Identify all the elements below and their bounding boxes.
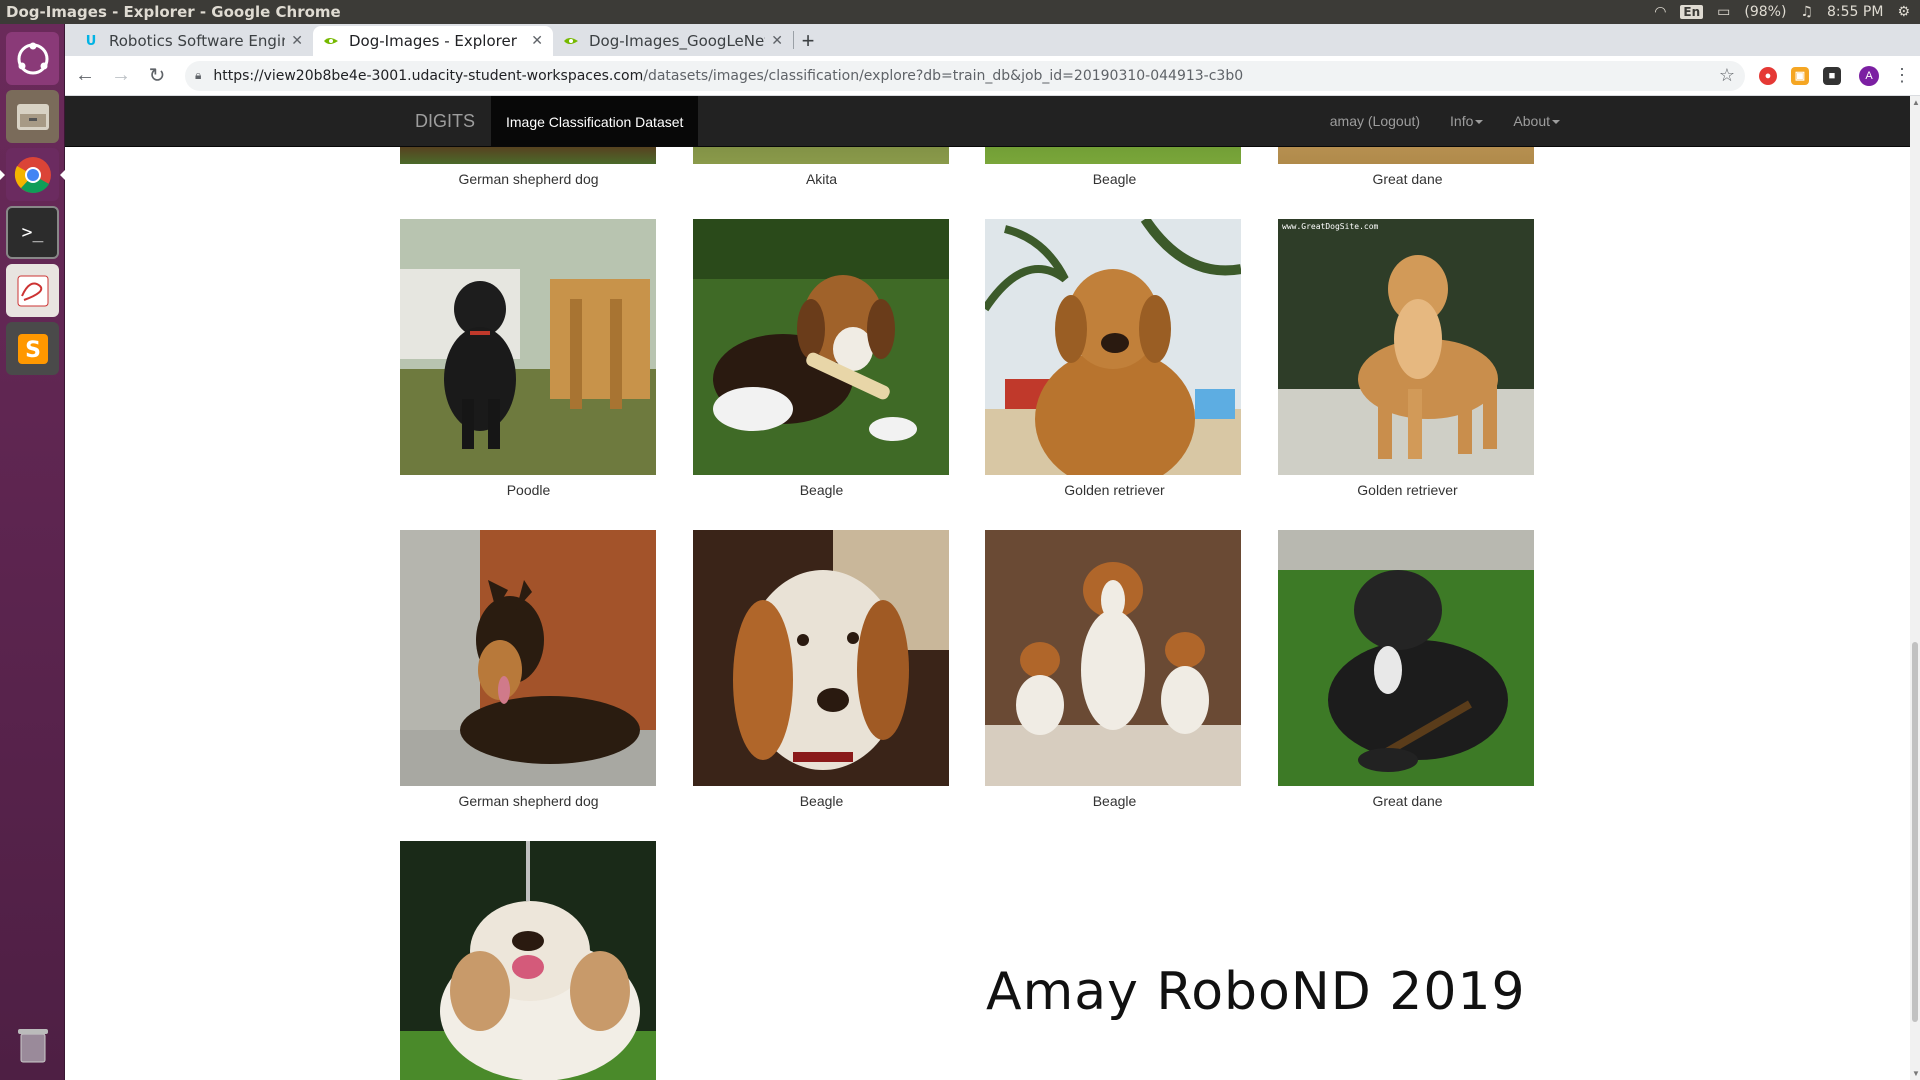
ubuntu-launcher: >_ S (0, 24, 65, 1080)
caret-down-icon (1552, 120, 1560, 125)
battery-icon[interactable]: ▭ (1717, 4, 1730, 20)
image-caption: German shepherd dog (458, 793, 599, 809)
german-shepherd-photo (400, 530, 656, 786)
logout-link[interactable]: amay (Logout) (1330, 113, 1420, 129)
url-path: /datasets/images/classification/explore?… (643, 67, 1244, 84)
golden-retriever-photo (981, 216, 1242, 489)
caret-down-icon (1475, 120, 1484, 125)
image-caption: Golden retriever (1357, 482, 1458, 498)
tab-dog-images-googlenet[interactable]: Dog-Images_GoogLeNet ✕ (553, 26, 793, 56)
svg-text:S: S (25, 338, 41, 363)
image-caption: Great dane (1372, 793, 1443, 809)
beagle-photo (693, 530, 949, 786)
golden-retriever-photo: www.GreatDogSite.com (1278, 219, 1534, 475)
forward-arrow-icon[interactable]: → (105, 60, 137, 92)
dog-image-german-shepherd[interactable] (400, 530, 656, 791)
image-caption: German shepherd dog (458, 171, 599, 187)
dog-image-beagle-puppies[interactable] (985, 530, 1241, 791)
clock[interactable]: 8:55 PM (1827, 4, 1883, 20)
beagle-photo (693, 219, 949, 475)
close-icon[interactable]: ✕ (291, 33, 303, 49)
browser-toolbar: ← → ↻ 🔒︎ https://view20b8be4e-3001.udaci… (65, 56, 1920, 96)
browser-tab-strip: U Robotics Software Engine ✕ Dog-Images … (65, 24, 1920, 56)
tab-label: Dog-Images_GoogLeNet (589, 32, 766, 50)
tab-label: Dog-Images - Explorer (349, 32, 517, 50)
scroll-up-arrow-icon[interactable]: ▲ (1912, 98, 1920, 107)
close-icon[interactable]: ✕ (531, 33, 543, 49)
watermark-text: www.GreatDogSite.com (1282, 222, 1379, 231)
extension-icon[interactable]: ■ (1823, 66, 1841, 85)
page-scrollbar[interactable]: ▲ ▼ (1910, 96, 1920, 1080)
about-label: About (1513, 113, 1550, 129)
reload-icon[interactable]: ↻ (141, 60, 173, 92)
nav-image-classification-dataset[interactable]: Image Classification Dataset (491, 96, 699, 147)
nvidia-icon (323, 33, 339, 49)
info-label: Info (1450, 113, 1474, 129)
sublime-text-icon[interactable]: S (6, 322, 59, 375)
os-top-panel: Dog-Images - Explorer - Google Chrome ◠ … (0, 0, 1920, 24)
digits-navbar: DIGITS Image Classification Dataset amay… (65, 96, 1910, 147)
signature-text: Amay RoboND 2019 (986, 962, 1526, 1022)
image-caption: Akita (805, 171, 838, 187)
tab-label: Robotics Software Engine (109, 32, 286, 50)
beagle-photo (985, 530, 1241, 786)
udacity-icon: U (85, 33, 97, 49)
navbar-right: amay (Logout) Info About (1330, 113, 1560, 129)
bulldog-photo (400, 841, 656, 1080)
close-icon[interactable]: ✕ (771, 33, 783, 49)
dog-image-poodle[interactable] (400, 219, 656, 480)
extension-icon[interactable]: ▣ (1791, 66, 1809, 85)
dog-image-golden-retriever-snow[interactable]: www.GreatDogSite.com (1278, 219, 1534, 480)
system-tray: ◠ En ▭ (98%) ♫ 8:55 PM ⚙ (1654, 4, 1920, 20)
dog-image-beagle-closeup[interactable] (693, 530, 949, 791)
menu-kebab-icon[interactable]: ⋮ (1893, 65, 1911, 86)
image-caption: Golden retriever (1064, 482, 1165, 498)
image-caption: Great dane (1372, 171, 1443, 187)
image-caption: Beagle (1092, 793, 1137, 809)
back-arrow-icon[interactable]: ← (69, 60, 101, 92)
image-caption: Beagle (799, 793, 844, 809)
nvidia-icon (563, 33, 579, 49)
address-bar[interactable]: 🔒︎ https://view20b8be4e-3001.udacity-stu… (185, 60, 1745, 91)
scroll-down-arrow-icon[interactable]: ▼ (1912, 1069, 1920, 1078)
tab-dog-images-explorer[interactable]: Dog-Images - Explorer ✕ (313, 26, 553, 56)
new-tab-button[interactable]: + (794, 26, 822, 56)
dog-image-golden-retriever-beach[interactable] (981, 216, 1242, 489)
volume-icon[interactable]: ♫ (1800, 4, 1813, 20)
image-caption: Beagle (1092, 171, 1137, 187)
poodle-photo (400, 219, 656, 475)
adblock-extension-icon[interactable]: ● (1759, 66, 1777, 85)
battery-percent[interactable]: (98%) (1744, 4, 1786, 20)
url-host: https://view20b8be4e-3001.udacity-studen… (213, 67, 644, 84)
dog-image-beagle-chewing[interactable] (693, 219, 949, 480)
terminal-icon[interactable]: >_ (6, 206, 59, 259)
dog-image-bulldog[interactable] (400, 841, 656, 1080)
info-dropdown[interactable]: Info (1450, 113, 1484, 129)
bookmark-star-icon[interactable]: ☆ (1719, 65, 1735, 86)
ubuntu-dash-icon[interactable] (6, 32, 59, 85)
trash-icon[interactable] (6, 1018, 59, 1071)
keyboard-language-indicator[interactable]: En (1680, 5, 1704, 19)
settings-gear-icon[interactable]: ⚙ (1897, 4, 1910, 20)
wifi-icon[interactable]: ◠ (1654, 4, 1666, 20)
image-caption: Poodle (506, 482, 551, 498)
dog-image-great-dane[interactable] (1278, 530, 1534, 791)
about-dropdown[interactable]: About (1513, 113, 1560, 129)
scrollbar-thumb[interactable] (1912, 642, 1918, 1022)
brand-link[interactable]: DIGITS (415, 111, 475, 132)
files-icon[interactable] (6, 90, 59, 143)
document-viewer-icon[interactable] (6, 264, 59, 317)
great-dane-photo (1278, 530, 1534, 786)
lock-icon[interactable]: 🔒︎ (195, 68, 201, 83)
image-caption: Beagle (799, 482, 844, 498)
profile-avatar[interactable]: A (1859, 65, 1879, 86)
page-viewport: German shepherd dog Akita Beagle Great d… (65, 96, 1920, 1080)
chrome-icon[interactable] (0, 148, 65, 201)
window-title: Dog-Images - Explorer - Google Chrome (6, 3, 341, 21)
tab-robotics[interactable]: U Robotics Software Engine ✕ (73, 26, 313, 56)
